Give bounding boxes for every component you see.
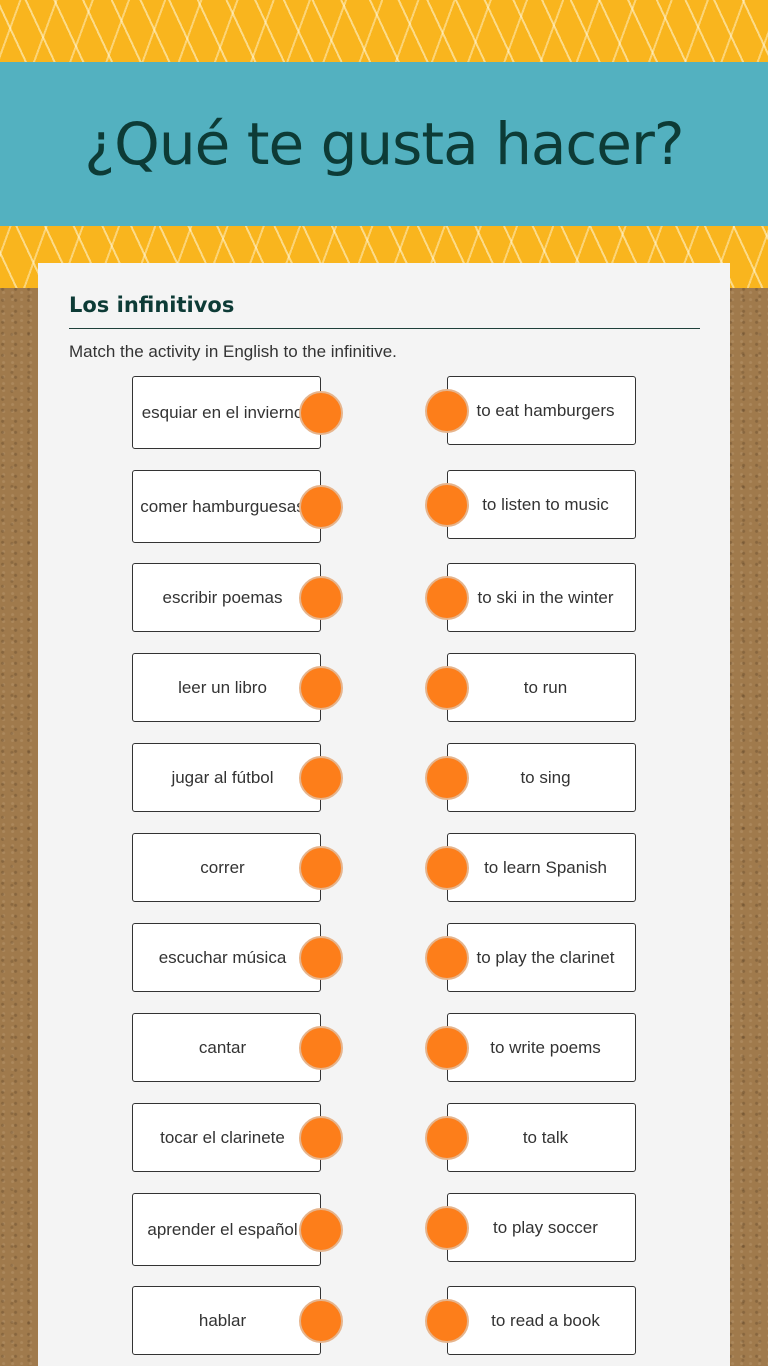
english-item-label: to talk [522, 1127, 569, 1147]
connector-dot-left[interactable] [299, 1298, 343, 1343]
spanish-item-label: correr [200, 857, 245, 877]
connector-dot-left[interactable] [299, 1025, 343, 1070]
spanish-item-label: leer un libro [178, 677, 267, 697]
spanish-item[interactable]: hablar [132, 1286, 343, 1355]
connector-dot-left[interactable] [299, 1207, 343, 1252]
connector-dot-left[interactable] [299, 575, 343, 620]
spanish-item-label: comer hamburguesas [140, 496, 305, 516]
english-item-label: to write poems [490, 1037, 601, 1057]
spanish-item-label: hablar [198, 1310, 247, 1330]
english-item[interactable]: to write poems [425, 1013, 636, 1082]
spanish-item[interactable]: tocar el clarinete [132, 1103, 343, 1172]
connector-dot-left[interactable] [299, 935, 343, 980]
spanish-item-label: escribir poemas [162, 587, 283, 607]
english-item[interactable]: to play the clarinet [425, 923, 636, 992]
worksheet-card: Los infinitivos Match the activity in En… [38, 263, 730, 1366]
english-item[interactable]: to learn Spanish [425, 833, 636, 902]
english-item[interactable]: to run [425, 653, 636, 722]
connector-dot-right[interactable] [425, 1115, 469, 1160]
spanish-item[interactable]: correr [132, 833, 343, 902]
english-item[interactable]: to ski in the winter [425, 563, 636, 632]
connector-dot-right[interactable] [425, 1298, 469, 1343]
spanish-item[interactable]: esquiar en el invierno [132, 376, 343, 449]
connector-dot-right[interactable] [425, 755, 469, 800]
english-item-label: to eat hamburgers [476, 400, 615, 420]
connector-dot-right[interactable] [425, 482, 469, 527]
english-item[interactable]: to talk [425, 1103, 636, 1172]
english-item-label: to play soccer [493, 1217, 598, 1237]
english-item-label: to ski in the winter [477, 587, 614, 607]
connector-dot-left[interactable] [299, 755, 343, 800]
connector-dot-right[interactable] [425, 845, 469, 890]
spanish-item-label: cantar [198, 1037, 247, 1057]
header-bar: ¿Qué te gusta hacer? [0, 62, 768, 226]
english-item-label: to run [523, 677, 568, 697]
spanish-item[interactable]: aprender el español [132, 1193, 343, 1266]
section-title: Los infinitivos [69, 293, 235, 317]
english-item-label: to listen to music [482, 494, 609, 514]
spanish-item[interactable]: comer hamburguesas [132, 470, 343, 543]
spanish-item[interactable]: escuchar música [132, 923, 343, 992]
page-title: ¿Qué te gusta hacer? [84, 110, 684, 178]
english-item-label: to learn Spanish [484, 857, 607, 877]
spanish-item[interactable]: leer un libro [132, 653, 343, 722]
connector-dot-right[interactable] [425, 1205, 469, 1250]
english-item-label: to read a book [491, 1310, 600, 1330]
spanish-item-label: esquiar en el invierno [141, 402, 304, 422]
spanish-item-label: escuchar música [158, 947, 287, 967]
english-item[interactable]: to sing [425, 743, 636, 812]
connector-dot-left[interactable] [299, 390, 343, 435]
connector-dot-right[interactable] [425, 1025, 469, 1070]
connector-dot-right[interactable] [425, 388, 469, 433]
spanish-item-label: aprender el español [147, 1219, 298, 1239]
connector-dot-left[interactable] [299, 1115, 343, 1160]
english-item[interactable]: to eat hamburgers [425, 376, 636, 445]
connector-dot-right[interactable] [425, 665, 469, 710]
spanish-item-label: jugar al fútbol [171, 767, 274, 787]
connector-dot-left[interactable] [299, 484, 343, 529]
english-item[interactable]: to play soccer [425, 1193, 636, 1262]
connector-dot-left[interactable] [299, 845, 343, 890]
section-divider [69, 328, 700, 329]
instructions: Match the activity in English to the inf… [69, 342, 397, 361]
connector-dot-right[interactable] [425, 935, 469, 980]
connector-dot-left[interactable] [299, 665, 343, 710]
connector-dot-right[interactable] [425, 575, 469, 620]
english-item-label: to sing [520, 767, 571, 787]
spanish-item[interactable]: escribir poemas [132, 563, 343, 632]
english-item[interactable]: to listen to music [425, 470, 636, 539]
spanish-item-label: tocar el clarinete [160, 1127, 285, 1147]
spanish-item[interactable]: cantar [132, 1013, 343, 1082]
spanish-item[interactable]: jugar al fútbol [132, 743, 343, 812]
english-item-label: to play the clarinet [476, 947, 615, 967]
english-item[interactable]: to read a book [425, 1286, 636, 1355]
